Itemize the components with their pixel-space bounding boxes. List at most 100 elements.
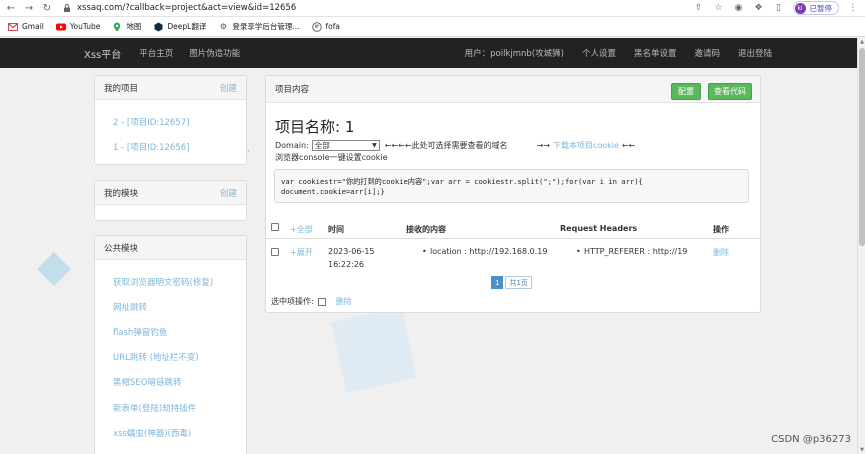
page-scrollbar[interactable]: ▲ ▼ <box>857 38 865 454</box>
back-icon[interactable]: ← <box>4 1 18 15</box>
collapse-arrow-icon[interactable]: › <box>247 147 250 155</box>
site-navbar: Xss平台 平台主页 图片伪造功能 用户：poilkjmnb(攻城狮) 个人设置… <box>0 38 858 68</box>
row-headers-bullet: • <box>576 247 581 256</box>
public-module-link[interactable]: xss蠕虫(神器)(西毒) <box>113 427 191 439</box>
col-header-time: 时间 <box>328 225 344 234</box>
row-time: 16:22:26 <box>328 260 364 269</box>
domain-select[interactable]: 全部 ▼ <box>311 140 380 151</box>
view-code-button[interactable]: 查看代码 <box>708 83 752 100</box>
bulk-label: 选中项操作: <box>271 297 314 306</box>
avatar: ki <box>794 2 806 14</box>
bulk-actions: 选中项操作: 删除 <box>271 296 352 307</box>
bookmark-youtube[interactable]: YouTube <box>55 22 100 32</box>
create-module-link[interactable]: 创建 <box>220 187 237 199</box>
console-hint: 浏览器console一键设置cookie <box>275 153 388 162</box>
download-arrow-right: ←← <box>621 141 636 150</box>
scroll-down-icon[interactable]: ▼ <box>858 446 865 454</box>
star-icon[interactable]: ☆ <box>713 2 725 14</box>
col-header-action: 操作 <box>713 225 729 234</box>
my-projects-panel: 我的项目 创建 2 - [项目ID:12657] 1 - [项目ID:12656… <box>94 75 247 165</box>
youtube-icon <box>55 22 66 32</box>
domain-label: Domain: <box>275 141 309 150</box>
project-link-12657[interactable]: 2 - [项目ID:12657] <box>113 116 189 128</box>
nav-home[interactable]: 平台主页 <box>139 47 173 59</box>
lock-icon <box>64 4 70 12</box>
pagination: 1 共1页 <box>491 276 532 289</box>
extension-circle-icon[interactable]: ◉ <box>733 2 745 14</box>
reload-icon[interactable]: ↻ <box>40 1 54 15</box>
public-module-link[interactable]: 新表单(登陆)劫持插件 <box>113 402 196 414</box>
bulk-checkbox[interactable] <box>317 297 326 306</box>
create-project-link[interactable]: 创建 <box>220 82 237 94</box>
page-1-button[interactable]: 1 <box>491 276 504 289</box>
address-bar[interactable]: xssaq.com/?callback=project&act=view&id=… <box>62 3 693 13</box>
select-all-checkbox[interactable] <box>271 223 279 231</box>
nav-user[interactable]: 用户：poilkjmnb(攻城狮) <box>465 47 564 59</box>
row-delete-link[interactable]: 删除 <box>713 247 729 258</box>
forward-icon[interactable]: → <box>22 1 36 15</box>
scroll-thumb[interactable] <box>859 48 865 246</box>
public-module-link[interactable]: 网址跳转 <box>113 301 147 313</box>
nav-settings[interactable]: 个人设置 <box>582 47 616 59</box>
fofa-icon <box>311 21 322 32</box>
sidepanel-icon[interactable]: ▯ <box>773 2 785 14</box>
cookie-code-block[interactable]: var cookiestr="你的打到的cookie内容";var arr = … <box>274 169 749 203</box>
my-modules-title: 我的模块 <box>104 188 139 199</box>
project-link-12656[interactable]: 1 - [项目ID:12656] <box>113 141 189 153</box>
project-name-heading: 项目名称: 1 <box>275 118 355 136</box>
page-total: 共1页 <box>505 276 532 289</box>
public-module-link[interactable]: flash弹窗钓鱼 <box>113 326 167 338</box>
deepl-icon <box>153 22 163 32</box>
col-header-request-headers: Request Headers <box>560 224 638 233</box>
chevron-down-icon: ▼ <box>372 142 377 149</box>
decorative-diamond <box>37 252 71 286</box>
bookmark-admin[interactable]: ⚙ 登录享学后台管理... <box>218 21 300 32</box>
nav-image-phishing[interactable]: 图片伪造功能 <box>189 47 240 59</box>
row-content-bullet: • <box>422 247 427 256</box>
public-modules-title: 公共模块 <box>104 243 139 254</box>
decorative-square <box>331 307 417 393</box>
row-checkbox[interactable] <box>271 248 279 256</box>
url-text: xssaq.com/?callback=project&act=view&id=… <box>77 3 297 13</box>
bookmarks-bar: Gmail YouTube 地图 DeepL翻译 ⚙ 登录享学后台管理... f… <box>0 17 865 37</box>
row-content: location : http://192.168.0.19 <box>430 247 548 256</box>
nav-invite[interactable]: 邀请码 <box>694 47 720 59</box>
tool-icon: ⚙ <box>219 22 227 31</box>
expand-all-link[interactable]: +全部 <box>290 224 313 235</box>
browser-toolbar: ← → ↻ xssaq.com/?callback=project&act=vi… <box>0 0 865 17</box>
panel-title: 项目内容 <box>275 85 310 95</box>
row-date: 2023-06-15 <box>328 247 375 256</box>
public-module-link[interactable]: 黑帽SEO暗链跳转 <box>113 376 181 388</box>
row-expand-link[interactable]: +展开 <box>290 247 313 258</box>
col-header-content: 接收的内容 <box>406 225 446 234</box>
domain-hint: ←←←←此处可选择需要查看的域名 <box>384 141 508 150</box>
domain-row: Domain: 全部 ▼ ←←←←此处可选择需要查看的域名 →→ 下载本项目co… <box>275 140 635 151</box>
bookmark-maps[interactable]: 地图 <box>112 21 141 32</box>
puzzle-icon[interactable]: ❖ <box>753 2 765 14</box>
row-headers: HTTP_REFERER : http://19 <box>584 247 688 256</box>
bulk-delete-link[interactable]: 删除 <box>336 296 352 307</box>
nav-blacklist[interactable]: 黑名单设置 <box>634 47 677 59</box>
my-modules-panel: 我的模块 创建 <box>94 180 247 221</box>
site-brand[interactable]: Xss平台 <box>84 46 121 61</box>
profile-status: 已暂停 <box>809 3 833 13</box>
menu-dots-icon[interactable]: ⋮ <box>847 2 859 14</box>
public-module-link[interactable]: URL跳转 (地址栏不变) <box>113 351 199 363</box>
config-button[interactable]: 配置 <box>671 83 701 100</box>
bookmark-gmail[interactable]: Gmail <box>8 22 44 32</box>
share-icon[interactable]: ⇧ <box>693 2 705 14</box>
maps-icon <box>112 22 122 32</box>
gmail-icon <box>8 22 18 32</box>
public-module-link[interactable]: 获取浏览器明文密码(修复) <box>113 276 213 288</box>
download-cookie-link[interactable]: 下载本项目cookie <box>553 140 619 151</box>
download-arrow-left: →→ <box>536 141 550 150</box>
public-modules-panel: 公共模块 获取浏览器明文密码(修复) 网址跳转 flash弹窗钓鱼 URL跳转 … <box>94 235 247 454</box>
bookmark-fofa[interactable]: fofa <box>311 21 340 32</box>
scroll-up-icon[interactable]: ▲ <box>858 38 865 46</box>
profile-button[interactable]: ki 已暂停 <box>792 1 839 15</box>
watermark: CSDN @p36273 <box>771 434 851 445</box>
table-divider <box>266 238 760 239</box>
my-projects-title: 我的项目 <box>104 83 139 94</box>
bookmark-deepl[interactable]: DeepL翻译 <box>153 21 206 32</box>
nav-logout[interactable]: 退出登陆 <box>738 47 772 59</box>
